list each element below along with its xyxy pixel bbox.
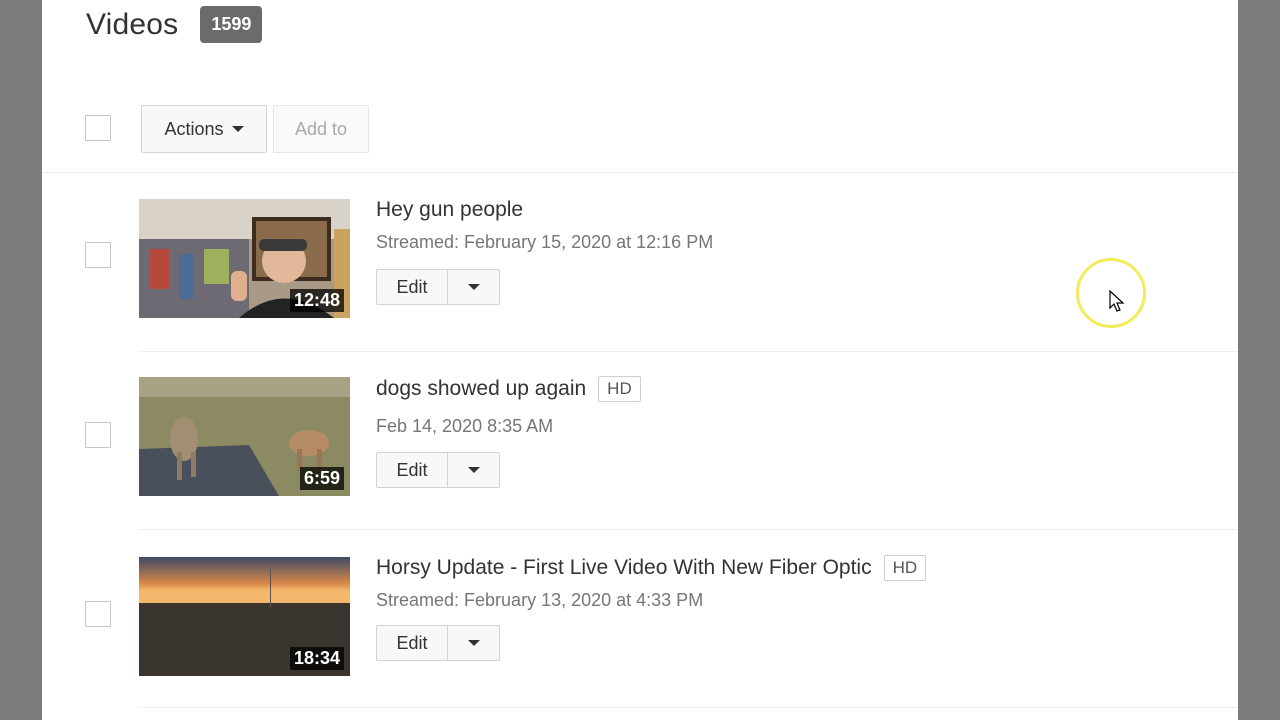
video-row-checkbox[interactable] bbox=[85, 422, 111, 448]
edit-button[interactable]: Edit bbox=[377, 626, 448, 660]
edit-button-group: Edit bbox=[376, 625, 500, 661]
video-row: 6:59 dogs showed up again HD Feb 14, 202… bbox=[42, 352, 1238, 530]
edit-button[interactable]: Edit bbox=[377, 453, 448, 487]
add-to-label: Add to bbox=[294, 118, 348, 139]
edit-button-group: Edit bbox=[376, 452, 500, 488]
page-title: Videos bbox=[86, 7, 179, 41]
video-title[interactable]: Horsy Update - First Live Video With New… bbox=[376, 556, 872, 580]
mouse-cursor-icon bbox=[1109, 290, 1125, 312]
video-thumbnail[interactable]: 6:59 bbox=[139, 377, 350, 496]
video-title[interactable]: dogs showed up again bbox=[376, 377, 586, 401]
video-count-badge: 1599 bbox=[200, 6, 263, 43]
video-row: 18:34 Horsy Update - First Live Video Wi… bbox=[42, 530, 1238, 708]
edit-button[interactable]: Edit bbox=[377, 270, 448, 304]
video-title-line: Horsy Update - First Live Video With New… bbox=[376, 555, 927, 581]
video-date: Feb 14, 2020 8:35 AM bbox=[376, 416, 554, 436]
select-all-checkbox[interactable] bbox=[85, 115, 111, 141]
caret-down-icon bbox=[231, 126, 244, 132]
video-title-line: Hey gun people bbox=[376, 198, 523, 222]
hd-badge: HD bbox=[883, 555, 927, 581]
video-thumbnail[interactable]: 18:34 bbox=[139, 557, 350, 676]
caret-down-icon bbox=[467, 467, 480, 473]
video-duration: 12:48 bbox=[289, 289, 344, 312]
video-row-checkbox[interactable] bbox=[85, 601, 111, 627]
video-thumbnail[interactable]: 12:48 bbox=[139, 199, 350, 318]
edit-dropdown-button[interactable] bbox=[448, 270, 499, 304]
video-date: Streamed: February 15, 2020 at 12:16 PM bbox=[376, 232, 714, 252]
video-row: 12:48 Hey gun people Streamed: February … bbox=[42, 174, 1238, 352]
caret-down-icon bbox=[467, 640, 480, 646]
video-duration: 6:59 bbox=[299, 467, 344, 490]
video-duration: 18:34 bbox=[289, 647, 344, 670]
row-divider bbox=[138, 707, 1238, 708]
hd-badge: HD bbox=[598, 376, 641, 402]
edit-button-group: Edit bbox=[376, 269, 500, 305]
video-row-checkbox[interactable] bbox=[85, 242, 111, 268]
page-header: Videos 1599 bbox=[86, 6, 263, 43]
edit-dropdown-button[interactable] bbox=[448, 626, 499, 660]
toolbar: Actions Add to bbox=[42, 100, 1238, 173]
actions-button[interactable]: Actions bbox=[141, 105, 267, 153]
video-manager-panel: Videos 1599 Actions Add to 12:48 Hey gun… bbox=[42, 0, 1238, 720]
edit-dropdown-button[interactable] bbox=[448, 453, 499, 487]
video-title-line: dogs showed up again HD bbox=[376, 376, 641, 402]
actions-label: Actions bbox=[164, 118, 224, 139]
add-to-button[interactable]: Add to bbox=[273, 105, 369, 153]
video-title[interactable]: Hey gun people bbox=[376, 198, 523, 222]
caret-down-icon bbox=[467, 284, 480, 290]
video-date: Streamed: February 13, 2020 at 4:33 PM bbox=[376, 590, 704, 610]
